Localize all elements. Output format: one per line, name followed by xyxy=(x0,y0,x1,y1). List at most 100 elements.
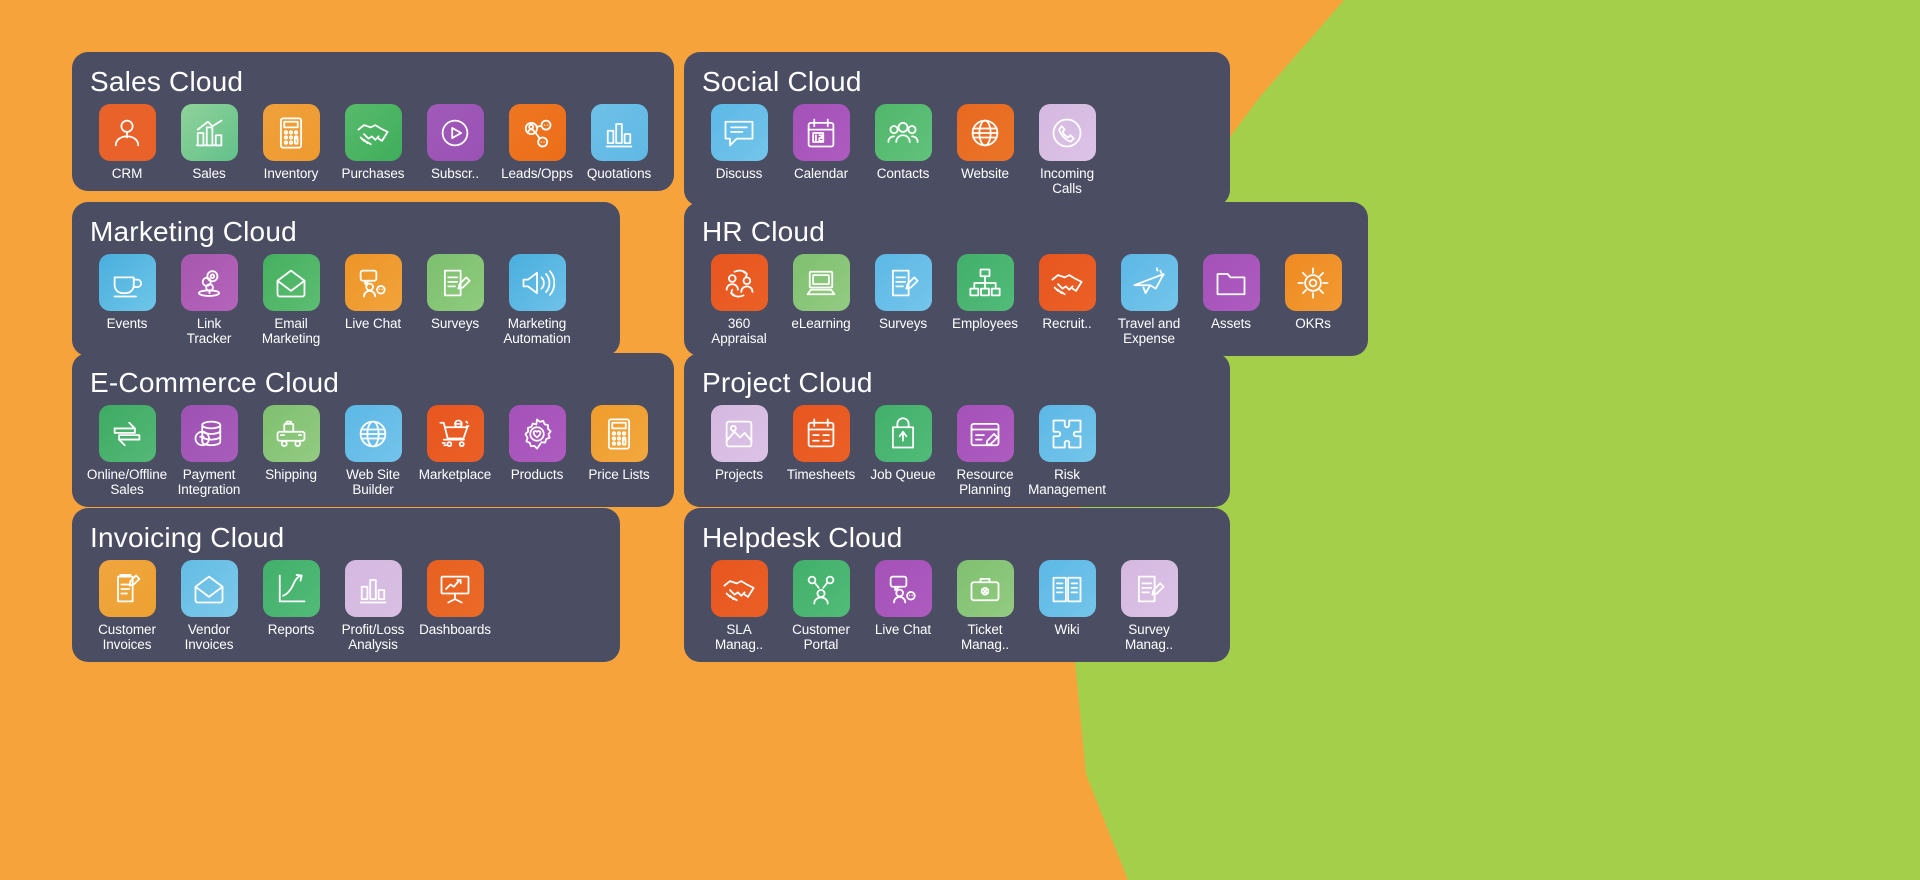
app-item-timesheets[interactable]: Timesheets xyxy=(780,405,862,482)
calendar-icon[interactable] xyxy=(792,104,850,161)
target-sun-icon[interactable] xyxy=(1284,254,1342,311)
app-label: CRM xyxy=(111,166,143,181)
live-chat-icon[interactable] xyxy=(344,254,402,311)
app-item-ticket-manag[interactable]: Ticket Manag.. xyxy=(944,560,1026,652)
app-item-surveys[interactable]: Surveys xyxy=(862,254,944,331)
shopping-cart-icon[interactable] xyxy=(426,405,484,462)
invoice-pen-icon[interactable] xyxy=(98,560,156,617)
envelope-open-icon[interactable] xyxy=(262,254,320,311)
app-item-travel-and-expense[interactable]: Travel and Expense xyxy=(1108,254,1190,346)
globe-icon[interactable] xyxy=(344,405,402,462)
app-item-dashboards[interactable]: Dashboards xyxy=(414,560,496,637)
app-item-purchases[interactable]: Purchases xyxy=(332,104,414,181)
app-item-job-queue[interactable]: Job Queue xyxy=(862,405,944,482)
risk-puzzle-icon[interactable] xyxy=(1038,405,1096,462)
app-item-calendar[interactable]: Calendar xyxy=(780,104,862,181)
delivery-truck-icon[interactable] xyxy=(262,405,320,462)
folder-icon[interactable] xyxy=(1202,254,1260,311)
app-item-vendor-invoices[interactable]: Vendor Invoices xyxy=(168,560,250,652)
play-circle-icon[interactable] xyxy=(426,104,484,161)
app-item-survey-manag[interactable]: Survey Manag.. xyxy=(1108,560,1190,652)
timesheet-icon[interactable] xyxy=(792,405,850,462)
globe-icon[interactable] xyxy=(956,104,1014,161)
chat-bubble-icon[interactable] xyxy=(710,104,768,161)
job-queue-icon[interactable] xyxy=(874,405,932,462)
app-item-sla-manag[interactable]: SLA Manag.. xyxy=(698,560,780,652)
app-item-live-chat[interactable]: Live Chat xyxy=(862,560,944,637)
app-item-quotations[interactable]: Quotations xyxy=(578,104,660,181)
resource-plan-icon[interactable] xyxy=(956,405,1014,462)
app-item-shipping[interactable]: Shipping xyxy=(250,405,332,482)
survey-pen-icon[interactable] xyxy=(426,254,484,311)
app-item-price-lists[interactable]: Price Lists xyxy=(578,405,660,482)
app-item-inventory[interactable]: Inventory xyxy=(250,104,332,181)
projects-icon[interactable] xyxy=(710,405,768,462)
appraisal-icon[interactable] xyxy=(710,254,768,311)
handshake-icon[interactable] xyxy=(710,560,768,617)
sales-chart-icon[interactable] xyxy=(180,104,238,161)
app-item-contacts[interactable]: Contacts xyxy=(862,104,944,181)
cloud-card-helpdesk-cloud: Helpdesk Cloud SLA Manag.. Customer Portal… xyxy=(684,508,1230,662)
app-item-360-appraisal[interactable]: 360 Appraisal xyxy=(698,254,780,346)
handshake-icon[interactable] xyxy=(1038,254,1096,311)
app-item-employees[interactable]: Employees xyxy=(944,254,1026,331)
app-item-surveys[interactable]: Surveys xyxy=(414,254,496,331)
app-item-incoming-calls[interactable]: Incoming Calls xyxy=(1026,104,1108,196)
envelope-open-icon[interactable] xyxy=(180,560,238,617)
app-item-recruit[interactable]: Recruit.. xyxy=(1026,254,1108,331)
app-item-payment-integration[interactable]: Payment Integration xyxy=(168,405,250,497)
coffee-cup-icon[interactable] xyxy=(98,254,156,311)
crm-icon[interactable] xyxy=(98,104,156,161)
app-item-okrs[interactable]: OKRs xyxy=(1272,254,1354,331)
app-item-discuss[interactable]: Discuss xyxy=(698,104,780,181)
handshake-icon[interactable] xyxy=(344,104,402,161)
growth-arrow-icon[interactable] xyxy=(262,560,320,617)
app-item-products[interactable]: Products xyxy=(496,405,578,482)
app-item-wiki[interactable]: Wiki xyxy=(1026,560,1108,637)
app-item-crm[interactable]: CRM xyxy=(86,104,168,181)
app-item-profit-loss-analysis[interactable]: Profit/Loss Analysis xyxy=(332,560,414,652)
app-item-elearning[interactable]: eLearning xyxy=(780,254,862,331)
calculator-icon[interactable] xyxy=(590,405,648,462)
app-item-marketplace[interactable]: Marketplace xyxy=(414,405,496,482)
app-item-email-marketing[interactable]: Email Marketing xyxy=(250,254,332,346)
ticket-case-icon[interactable] xyxy=(956,560,1014,617)
bar-chart-icon[interactable] xyxy=(590,104,648,161)
app-item-subscr[interactable]: Subscr.. xyxy=(414,104,496,181)
gear-heart-icon[interactable] xyxy=(508,405,566,462)
airplane-icon[interactable] xyxy=(1120,254,1178,311)
app-item-projects[interactable]: Projects xyxy=(698,405,780,482)
app-item-events[interactable]: Events xyxy=(86,254,168,331)
app-item-link-tracker[interactable]: Link Tracker xyxy=(168,254,250,346)
app-item-web-site-builder[interactable]: Web Site Builder xyxy=(332,405,414,497)
app-item-customer-invoices[interactable]: Customer Invoices xyxy=(86,560,168,652)
book-icon[interactable] xyxy=(1038,560,1096,617)
app-item-live-chat[interactable]: Live Chat xyxy=(332,254,414,331)
bar-chart-icon[interactable] xyxy=(344,560,402,617)
customer-portal-icon[interactable] xyxy=(792,560,850,617)
coins-icon[interactable] xyxy=(180,405,238,462)
app-item-reports[interactable]: Reports xyxy=(250,560,332,637)
monitor-icon[interactable] xyxy=(792,254,850,311)
app-item-online-offline-sales[interactable]: Online/Offline Sales xyxy=(86,405,168,497)
megaphone-icon[interactable] xyxy=(508,254,566,311)
app-item-assets[interactable]: Assets xyxy=(1190,254,1272,331)
link-tracker-icon[interactable] xyxy=(180,254,238,311)
app-item-leads-opps[interactable]: Leads/Opps xyxy=(496,104,578,181)
live-chat-icon[interactable] xyxy=(874,560,932,617)
app-item-risk-management[interactable]: Risk Management xyxy=(1026,405,1108,497)
exchange-arrows-icon[interactable] xyxy=(98,405,156,462)
app-item-marketing-automation[interactable]: Marketing Automation xyxy=(496,254,578,346)
survey-pen-icon[interactable] xyxy=(874,254,932,311)
contacts-icon[interactable] xyxy=(874,104,932,161)
app-item-website[interactable]: Website xyxy=(944,104,1026,181)
app-item-customer-portal[interactable]: Customer Portal xyxy=(780,560,862,652)
app-item-resource-planning[interactable]: Resource Planning xyxy=(944,405,1026,497)
app-item-sales[interactable]: Sales xyxy=(168,104,250,181)
incoming-call-icon[interactable] xyxy=(1038,104,1096,161)
org-chart-icon[interactable] xyxy=(956,254,1014,311)
presentation-icon[interactable] xyxy=(426,560,484,617)
survey-pen-icon[interactable] xyxy=(1120,560,1178,617)
leads-network-icon[interactable] xyxy=(508,104,566,161)
calculator-icon[interactable] xyxy=(262,104,320,161)
